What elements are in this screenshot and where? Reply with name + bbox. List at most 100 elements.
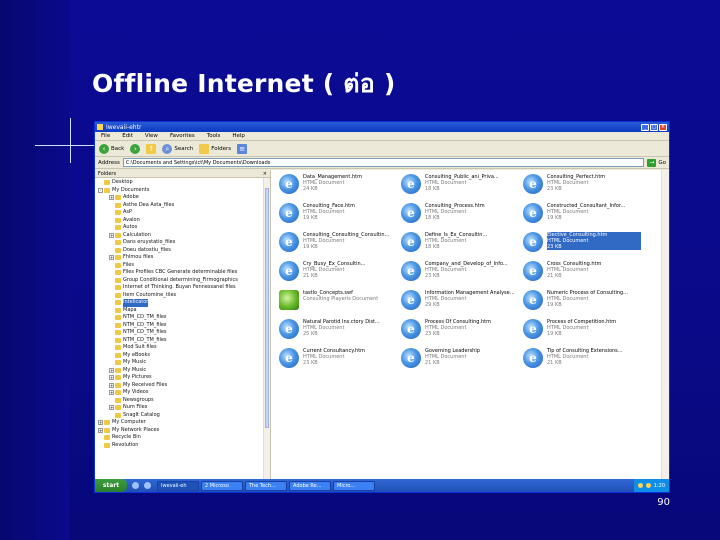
quick-launch-desktop-icon[interactable] xyxy=(144,482,151,489)
tree-item[interactable]: NTM_CD_TM_files xyxy=(95,314,270,322)
file-item[interactable]: e Define_Is_Ex_Consultin... HTML Document 1… xyxy=(401,232,523,261)
tree-item[interactable]: SnagIt Catalog xyxy=(95,412,270,420)
file-item[interactable]: e Process Of Consulting.htm HTML Document 2… xyxy=(401,319,523,348)
file-item[interactable]: e Consulting_Face.htm HTML Document 19 KB xyxy=(279,203,401,232)
expand-toggle-icon[interactable]: + xyxy=(109,390,114,396)
tree-item[interactable]: AsP xyxy=(95,209,270,217)
file-item[interactable]: e Consulting_Consulting_Consultin... HTML … xyxy=(279,232,401,261)
tree-item[interactable]: + My Videos xyxy=(95,389,270,397)
tree-item[interactable]: + Adobe xyxy=(95,194,270,202)
tree-item[interactable]: NTM_CD_TM_files xyxy=(95,322,270,330)
expand-toggle-icon[interactable]: - xyxy=(98,187,103,193)
taskbar-task-button[interactable]: Micro... xyxy=(333,480,375,491)
file-item[interactable]: e Natural Parotid Ins.ctory Dist... HTML D… xyxy=(279,319,401,348)
window-titlebar[interactable]: Ιwevaii-ehtr _ □ × xyxy=(95,122,669,132)
file-item[interactable]: e Numeric Process of Consulting... HTML Do… xyxy=(523,290,645,319)
tree-item[interactable]: + My Computer xyxy=(95,419,270,427)
file-item[interactable]: e Company_and_Develop_of_Info... HTML Docu… xyxy=(401,261,523,290)
go-button[interactable]: → Go xyxy=(647,158,666,167)
file-item[interactable]: e Cross_Consulting.htm HTML Document 21 KB xyxy=(523,261,645,290)
tree-item[interactable]: Desktop xyxy=(95,179,270,187)
tree-item[interactable]: Newsgroups xyxy=(95,397,270,405)
file-item[interactable]: e Process of Competition.htm HTML Document… xyxy=(523,319,645,348)
tree-item[interactable]: + My Pictures xyxy=(95,374,270,382)
file-item[interactable]: e Tip of Consulting Extensions... HTML Doc… xyxy=(523,348,645,377)
tree-item[interactable]: My eBooks xyxy=(95,352,270,360)
folders-button[interactable]: Folders xyxy=(199,143,231,154)
tree-item[interactable]: - My Documents xyxy=(95,187,270,195)
file-item[interactable]: e Information Management Analyse... HTML D… xyxy=(401,290,523,319)
menu-item-help[interactable]: Help xyxy=(232,133,245,139)
tree-item[interactable]: NTM_CD_TM_files xyxy=(95,337,270,345)
search-button[interactable]: ⌕ Search xyxy=(162,143,193,154)
maximize-button[interactable]: □ xyxy=(650,123,658,131)
address-input[interactable]: C:\Documents and Settings\ict\My Documen… xyxy=(122,158,645,167)
file-item[interactable]: e Constructed_Consultant_Infor... HTML Doc… xyxy=(523,203,645,232)
tree-item[interactable]: Files xyxy=(95,262,270,270)
menu-item-edit[interactable]: Edit xyxy=(122,133,133,139)
tree-item[interactable]: + Fhlmou files xyxy=(95,254,270,262)
file-item[interactable]: e Consulting_Process.htm HTML Document 18 K… xyxy=(401,203,523,232)
minimize-button[interactable]: _ xyxy=(641,123,649,131)
taskbar-task-button[interactable]: Ιwevaii-eh xyxy=(157,480,199,491)
expand-toggle-icon[interactable]: + xyxy=(109,195,114,201)
tree-item[interactable]: + My Music xyxy=(95,367,270,375)
tray-icon[interactable] xyxy=(645,483,651,488)
menu-item-tools[interactable]: Tools xyxy=(207,133,221,139)
forward-button[interactable]: › xyxy=(130,143,141,154)
tree-item[interactable]: Mapa xyxy=(95,307,270,315)
taskbar-task-button[interactable]: The Tech... xyxy=(245,480,287,491)
tree-item[interactable]: Internet of Thinking. Buyan Fennessanel … xyxy=(95,284,270,292)
files-scrollbar[interactable] xyxy=(661,170,669,480)
tree-item[interactable]: + My Received Files xyxy=(95,382,270,390)
tree-item[interactable]: + Calculation xyxy=(95,232,270,240)
taskbar-task-button[interactable]: Adobe Re... xyxy=(289,480,331,491)
file-item[interactable]: e Data_Management.htm HTML Document 24 KB xyxy=(279,174,401,203)
expand-toggle-icon[interactable]: + xyxy=(109,382,114,388)
tree-item[interactable]: Avalon xyxy=(95,217,270,225)
tree-item[interactable]: Dans eruystatio_files xyxy=(95,239,270,247)
expand-toggle-icon[interactable]: + xyxy=(98,420,103,426)
file-item[interactable]: e Elective_Consulting.htm HTML Document 23 … xyxy=(523,232,645,261)
menu-item-favorites[interactable]: Favorites xyxy=(170,133,195,139)
up-button[interactable]: ↑ xyxy=(146,143,157,154)
tree-item[interactable]: Files Profiles CBC Generate determinable… xyxy=(95,269,270,277)
file-item[interactable]: e Cry_Busy_Ex_Consultin... HTML Document 21… xyxy=(279,261,401,290)
file-item[interactable]: e Consulting_Public_ani_Priva... HTML Docu… xyxy=(401,174,523,203)
tree-item[interactable]: + Num Files xyxy=(95,404,270,412)
file-item[interactable]: e Consulting_Perfect.htm HTML Document 23 K… xyxy=(523,174,645,203)
tree-item[interactable]: Asthe Dea Asta_files xyxy=(95,202,270,210)
expand-toggle-icon[interactable]: + xyxy=(109,375,114,381)
tree-item[interactable]: Item Coutomine_tiles xyxy=(95,292,270,300)
tree-item[interactable]: Revolution xyxy=(95,442,270,450)
back-button[interactable]: ‹ Back xyxy=(99,143,124,154)
close-button[interactable]: × xyxy=(659,123,667,131)
menu-item-file[interactable]: File xyxy=(101,133,110,139)
tree-item[interactable]: NTM_CD_TM_files xyxy=(95,329,270,337)
file-item[interactable]: tastlo_Concepts.swf Consulting Playeris D… xyxy=(279,290,401,319)
expand-toggle-icon[interactable]: + xyxy=(109,255,114,261)
taskbar-task-button[interactable]: 2 Microso xyxy=(201,480,243,491)
tree-item[interactable]: Group Conditional determining_Firmograph… xyxy=(95,277,270,285)
expand-toggle-icon[interactable]: + xyxy=(109,232,114,238)
start-button[interactable]: start xyxy=(95,479,127,492)
expand-toggle-icon[interactable]: + xyxy=(98,427,103,433)
file-item[interactable]: e Current Consultancy.htm HTML Document 23 … xyxy=(279,348,401,377)
quick-launch-ie-icon[interactable] xyxy=(132,482,139,489)
tree-item[interactable]: + My Network Places xyxy=(95,427,270,435)
expand-toggle-icon[interactable]: + xyxy=(109,367,114,373)
file-item[interactable]: e Governing Leadership HTML Document 21 KB xyxy=(401,348,523,377)
close-pane-icon[interactable]: × xyxy=(263,170,267,177)
tree-item[interactable]: Mod Suit files xyxy=(95,344,270,352)
tree-item[interactable]: Autos xyxy=(95,224,270,232)
tree-item[interactable]: Recycle Bin xyxy=(95,434,270,442)
tree-item[interactable]: My Music xyxy=(95,359,270,367)
tree-item[interactable]: Doeu datostiu_files xyxy=(95,247,270,255)
expand-toggle-icon[interactable]: + xyxy=(109,405,114,411)
scrollbar-thumb[interactable] xyxy=(265,188,269,428)
tray-icon[interactable] xyxy=(637,483,643,488)
folder-tree-scrollbar[interactable] xyxy=(263,178,270,480)
tree-item[interactable]: Intelicator xyxy=(95,299,270,307)
menu-item-view[interactable]: View xyxy=(145,133,158,139)
views-button[interactable]: ≡ xyxy=(237,143,248,154)
